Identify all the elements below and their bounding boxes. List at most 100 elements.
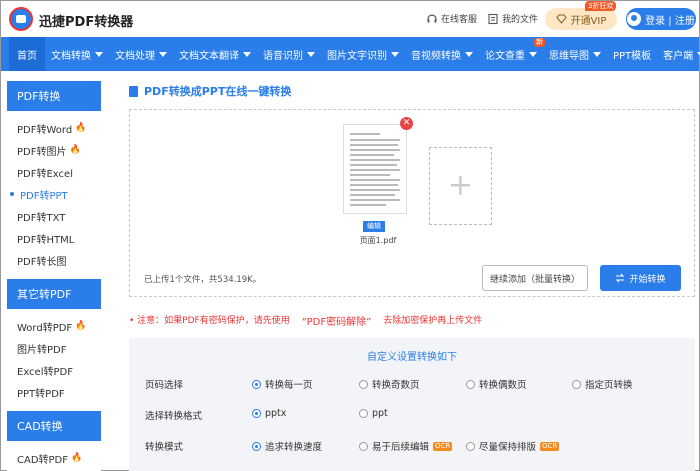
sidebar-item-word-to-pdf[interactable]: Word转PDF 🔥 [7,315,101,337]
radio-mode-editable[interactable]: 易于后续编辑 OCR [359,439,453,453]
login-register-button[interactable]: 登录 | 注册 [626,8,696,30]
nav-label: 思维导图 [549,50,589,62]
radio-icon [359,441,368,451]
sidebar-item-ppt-to-pdf[interactable]: PPT转PDF [7,381,101,403]
my-files-link[interactable]: 我的文件 [487,12,538,25]
sidebar: PDF转换 PDF转Word 🔥 PDF转图片 🔥 PDF转Excel PDF转PP… [7,81,101,471]
edit-file-button[interactable]: 编辑 [363,221,385,232]
nav-label: 图片文字识别 [327,50,387,62]
sidebar-item-label: Excel转PDF [17,366,73,378]
page-title-text: PDF转换成PPT在线一键转换 [144,85,292,98]
sidebar-section-cad-convert[interactable]: CAD转换 [7,411,101,441]
caret-down-icon [307,51,315,57]
radio-convert-even-pages[interactable]: 转换偶数页 [466,377,527,391]
add-file-box[interactable]: + [429,147,492,225]
notice-suffix: 去除加密保护再上传文件 [383,316,483,326]
sidebar-item-cad-to-pdf[interactable]: CAD转PDF 🔥 [7,447,101,469]
output-format-label: 选择转换格式 [145,411,203,422]
caret-down-icon [465,51,473,57]
nav-item-doc-process[interactable]: 文档处理 [109,37,173,71]
option-label: ppt [372,408,388,419]
fire-icon: 🔥 [75,123,87,133]
top-bar: 迅捷PDF转换器 在线客服 我的文件 开通VIP 3折狂欢 登录 | 注册 [1,1,699,37]
radio-icon [359,379,368,389]
radio-mode-speed[interactable]: 追求转换速度 [252,439,322,453]
nav-item-ocr[interactable]: 图片文字识别 [321,37,405,71]
nav-item-mindmap[interactable]: 思维导图 [543,37,607,71]
nav-label: 文档处理 [115,50,155,62]
fire-icon: 🔥 [69,145,81,155]
sidebar-item-label: PDF转Word [17,124,73,136]
sidebar-item-pdf-to-excel[interactable]: PDF转Excel [7,161,101,183]
active-dot-icon [10,192,14,196]
sidebar-item-label: PDF转TXT [17,212,66,224]
online-service-label: 在线客服 [441,15,478,25]
nav-label: 首页 [17,50,37,62]
headset-icon [427,13,437,22]
radio-convert-odd-pages[interactable]: 转换奇数页 [359,377,420,391]
conversion-mode-label: 转换模式 [145,442,184,453]
batch-add-button[interactable]: 继续添加（批量转换） [482,265,588,291]
my-files-label: 我的文件 [502,15,539,25]
nav-item-plagiarism[interactable]: 论文查重新 [479,37,545,71]
sidebar-item-image-to-pdf[interactable]: 图片转PDF [7,337,101,359]
nav-item-home[interactable]: 首页 [9,37,45,71]
caret-down-icon [593,51,601,57]
diamond-icon [555,14,567,24]
radio-convert-every-page[interactable]: 转换每一页 [252,377,313,391]
nav-item-doc-convert[interactable]: 文档转换 [45,37,109,71]
sidebar-item-pdf-to-image[interactable]: PDF转图片 🔥 [7,139,101,161]
radio-icon [466,441,475,451]
sidebar-item-pdf-to-word[interactable]: PDF转Word 🔥 [7,117,101,139]
option-label: 追求转换速度 [265,442,323,453]
option-label: 转换偶数页 [479,380,527,391]
ocr-badge: OCR [540,441,560,451]
radio-icon [572,379,581,389]
brand-name[interactable]: 迅捷PDF转换器 [39,11,133,30]
start-convert-button[interactable]: 开始转换 [600,265,681,291]
vip-button[interactable]: 开通VIP [545,8,617,30]
sidebar-item-label: PDF转PPT [20,190,68,202]
nav-item-ppt-template[interactable]: PPT模板 [607,37,657,71]
sidebar-item-excel-to-pdf[interactable]: Excel转PDF [7,359,101,381]
caret-down-icon [243,51,251,57]
sidebar-item-pdf-to-html[interactable]: PDF转HTML [7,227,101,249]
sidebar-item-pdf-to-txt[interactable]: PDF转TXT [7,205,101,227]
notice-prefix: • 注意：如果PDF有密码保护，请先使用 [129,316,290,326]
option-label: 转换奇数页 [372,380,420,391]
sidebar-section-pdf-convert[interactable]: PDF转换 [7,81,101,111]
file-thumbnail[interactable] [343,124,407,214]
radio-mode-keep-layout[interactable]: 尽量保持排版 OCR [466,439,560,453]
login-label: 登录 | 注册 [645,15,695,27]
main-nav: 首页 文档转换 文档处理 文档文本翻译 语音识别 图片文字识别 音视频转换 论文… [1,37,700,71]
vip-label: 开通VIP [570,15,607,27]
nav-label: 音视频转换 [411,50,461,62]
sidebar-item-pdf-to-ppt[interactable]: PDF转PPT [7,183,101,205]
caret-down-icon [159,51,167,57]
caret-down-icon [529,51,537,57]
nav-item-speech[interactable]: 语音识别 [257,37,321,71]
nav-item-av-convert[interactable]: 音视频转换 [405,37,479,71]
radio-format-ppt[interactable]: ppt [359,408,388,419]
option-label: 尽量保持排版 [479,442,537,453]
pdf-password-remove-link[interactable]: “PDF密码解除” [302,313,372,328]
upload-area[interactable]: ✕ 编辑 页面1.pdf + 已上传1个文件，共534.19K。 继续添加（批量… [129,109,695,297]
file-icon [488,13,498,24]
page-title: PDF转换成PPT在线一键转换 [129,83,291,99]
nav-label: 论文查重 [485,50,525,62]
swap-arrows-icon [616,273,625,283]
remove-file-icon[interactable]: ✕ [400,117,413,130]
logo-icon[interactable] [9,7,33,31]
sidebar-item-label: Word转PDF [17,322,73,334]
radio-convert-specified-pages[interactable]: 指定页转换 [572,377,633,391]
sidebar-section-other-to-pdf[interactable]: 其它转PDF [7,279,101,309]
caret-down-icon [95,51,103,57]
radio-format-pptx[interactable]: pptx [252,408,286,419]
sidebar-item-pdf-to-long-image[interactable]: PDF转长图 [7,249,101,271]
document-icon [129,85,138,97]
caret-down-icon [391,51,399,57]
nav-item-client[interactable]: 客户端 [657,37,700,71]
online-service-link[interactable]: 在线客服 [426,12,477,25]
password-notice: • 注意：如果PDF有密码保护，请先使用 “PDF密码解除” 去除加密保护再上传… [129,313,482,328]
nav-item-translate[interactable]: 文档文本翻译 [173,37,257,71]
